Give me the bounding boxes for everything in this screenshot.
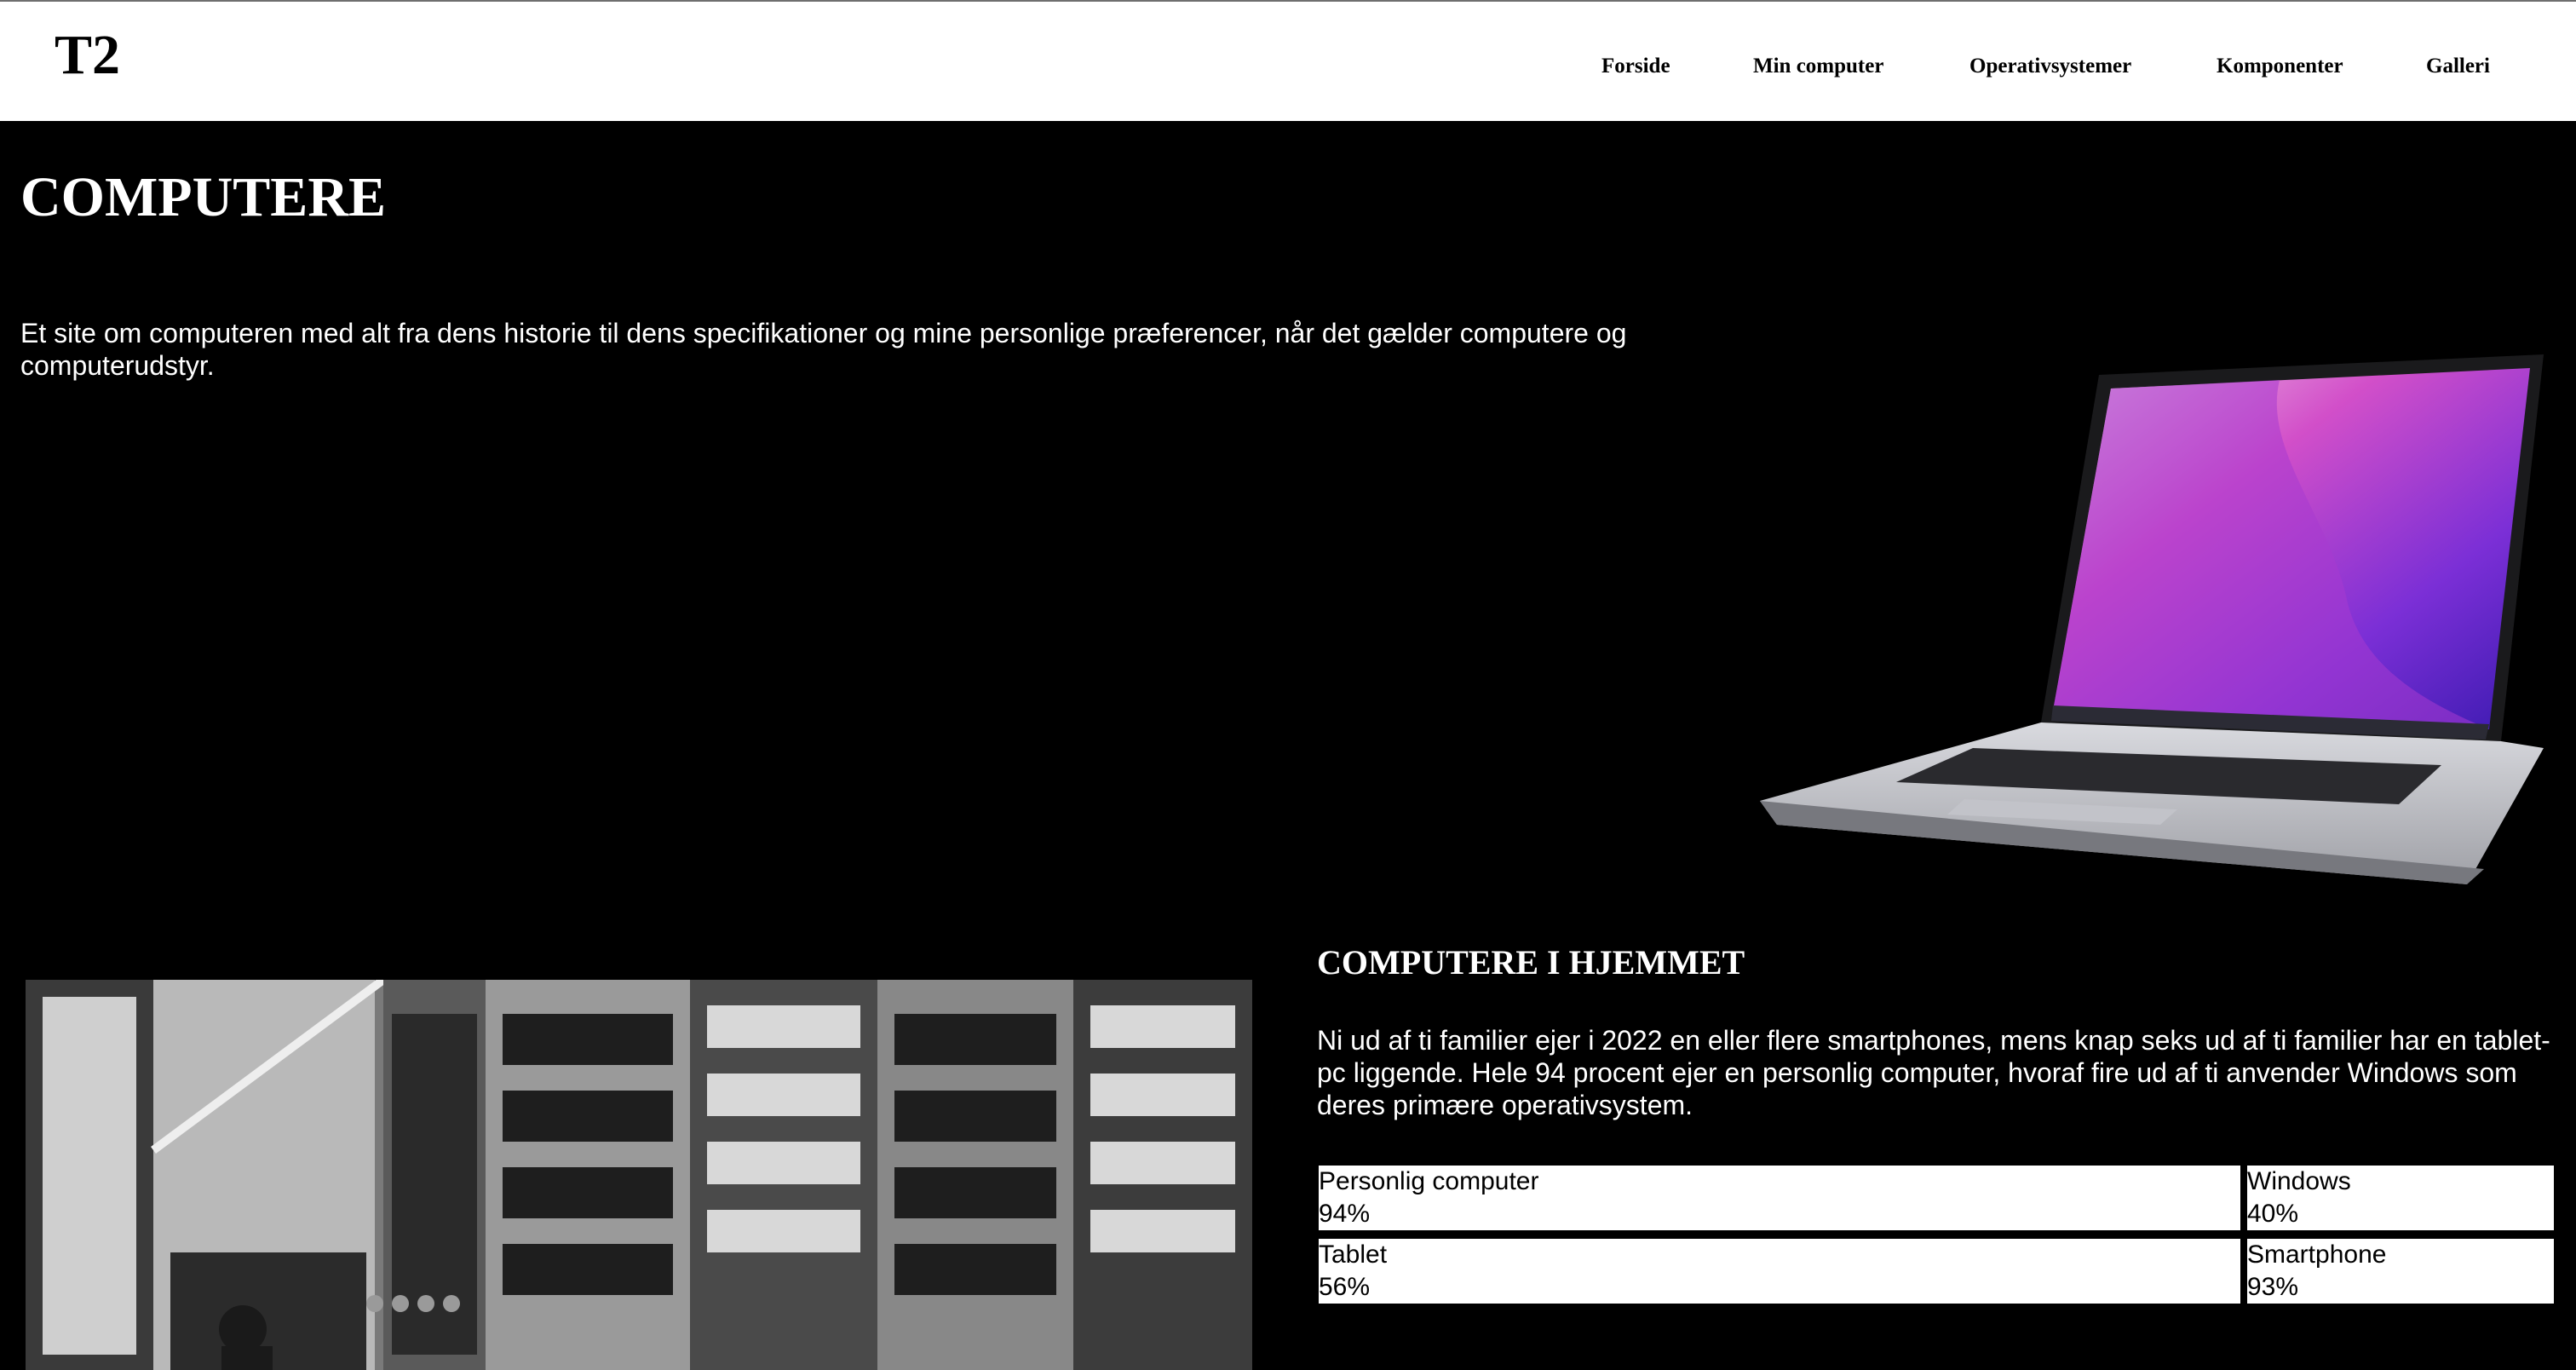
section-title: COMPUTERE I HJEMMET [1317, 943, 1745, 981]
stat-value: 40% [2247, 1200, 2299, 1228]
site-header: T2 Forside Min computer Operativsystemer… [0, 0, 2576, 121]
laptop-image [1760, 354, 2544, 884]
nav-forside[interactable]: Forside [1601, 48, 1670, 85]
nav-min-computer[interactable]: Min computer [1753, 48, 1883, 85]
nav-operativsystemer[interactable]: Operativsystemer [1969, 48, 2131, 85]
stat-label: Windows [2247, 1167, 2351, 1195]
stat-value: 93% [2247, 1273, 2299, 1301]
nav-galleri[interactable]: Galleri [2426, 48, 2490, 85]
stat-personal-computer: Personlig computer 94% [1319, 1166, 2240, 1230]
section-description: Ni ud af ti familier ejer i 2022 en elle… [1317, 1025, 2550, 1120]
hero-description: Et site om computeren med alt fra dens h… [20, 318, 1627, 381]
stat-label: Tablet [1319, 1240, 1388, 1269]
stat-value: 94% [1319, 1200, 1371, 1228]
nav-komponenter[interactable]: Komponenter [2217, 48, 2343, 85]
stat-windows: Windows 40% [2247, 1166, 2554, 1230]
stat-label: Personlig computer [1319, 1167, 1539, 1195]
stat-tablet: Tablet 56% [1319, 1239, 2240, 1304]
stat-smartphone: Smartphone 93% [2247, 1239, 2554, 1304]
site-logo[interactable]: T2 [55, 19, 120, 92]
stat-label: Smartphone [2247, 1240, 2387, 1269]
stat-value: 56% [1319, 1273, 1371, 1301]
page-title: COMPUTERE [20, 166, 386, 228]
vintage-computer-photo [26, 980, 1252, 1370]
